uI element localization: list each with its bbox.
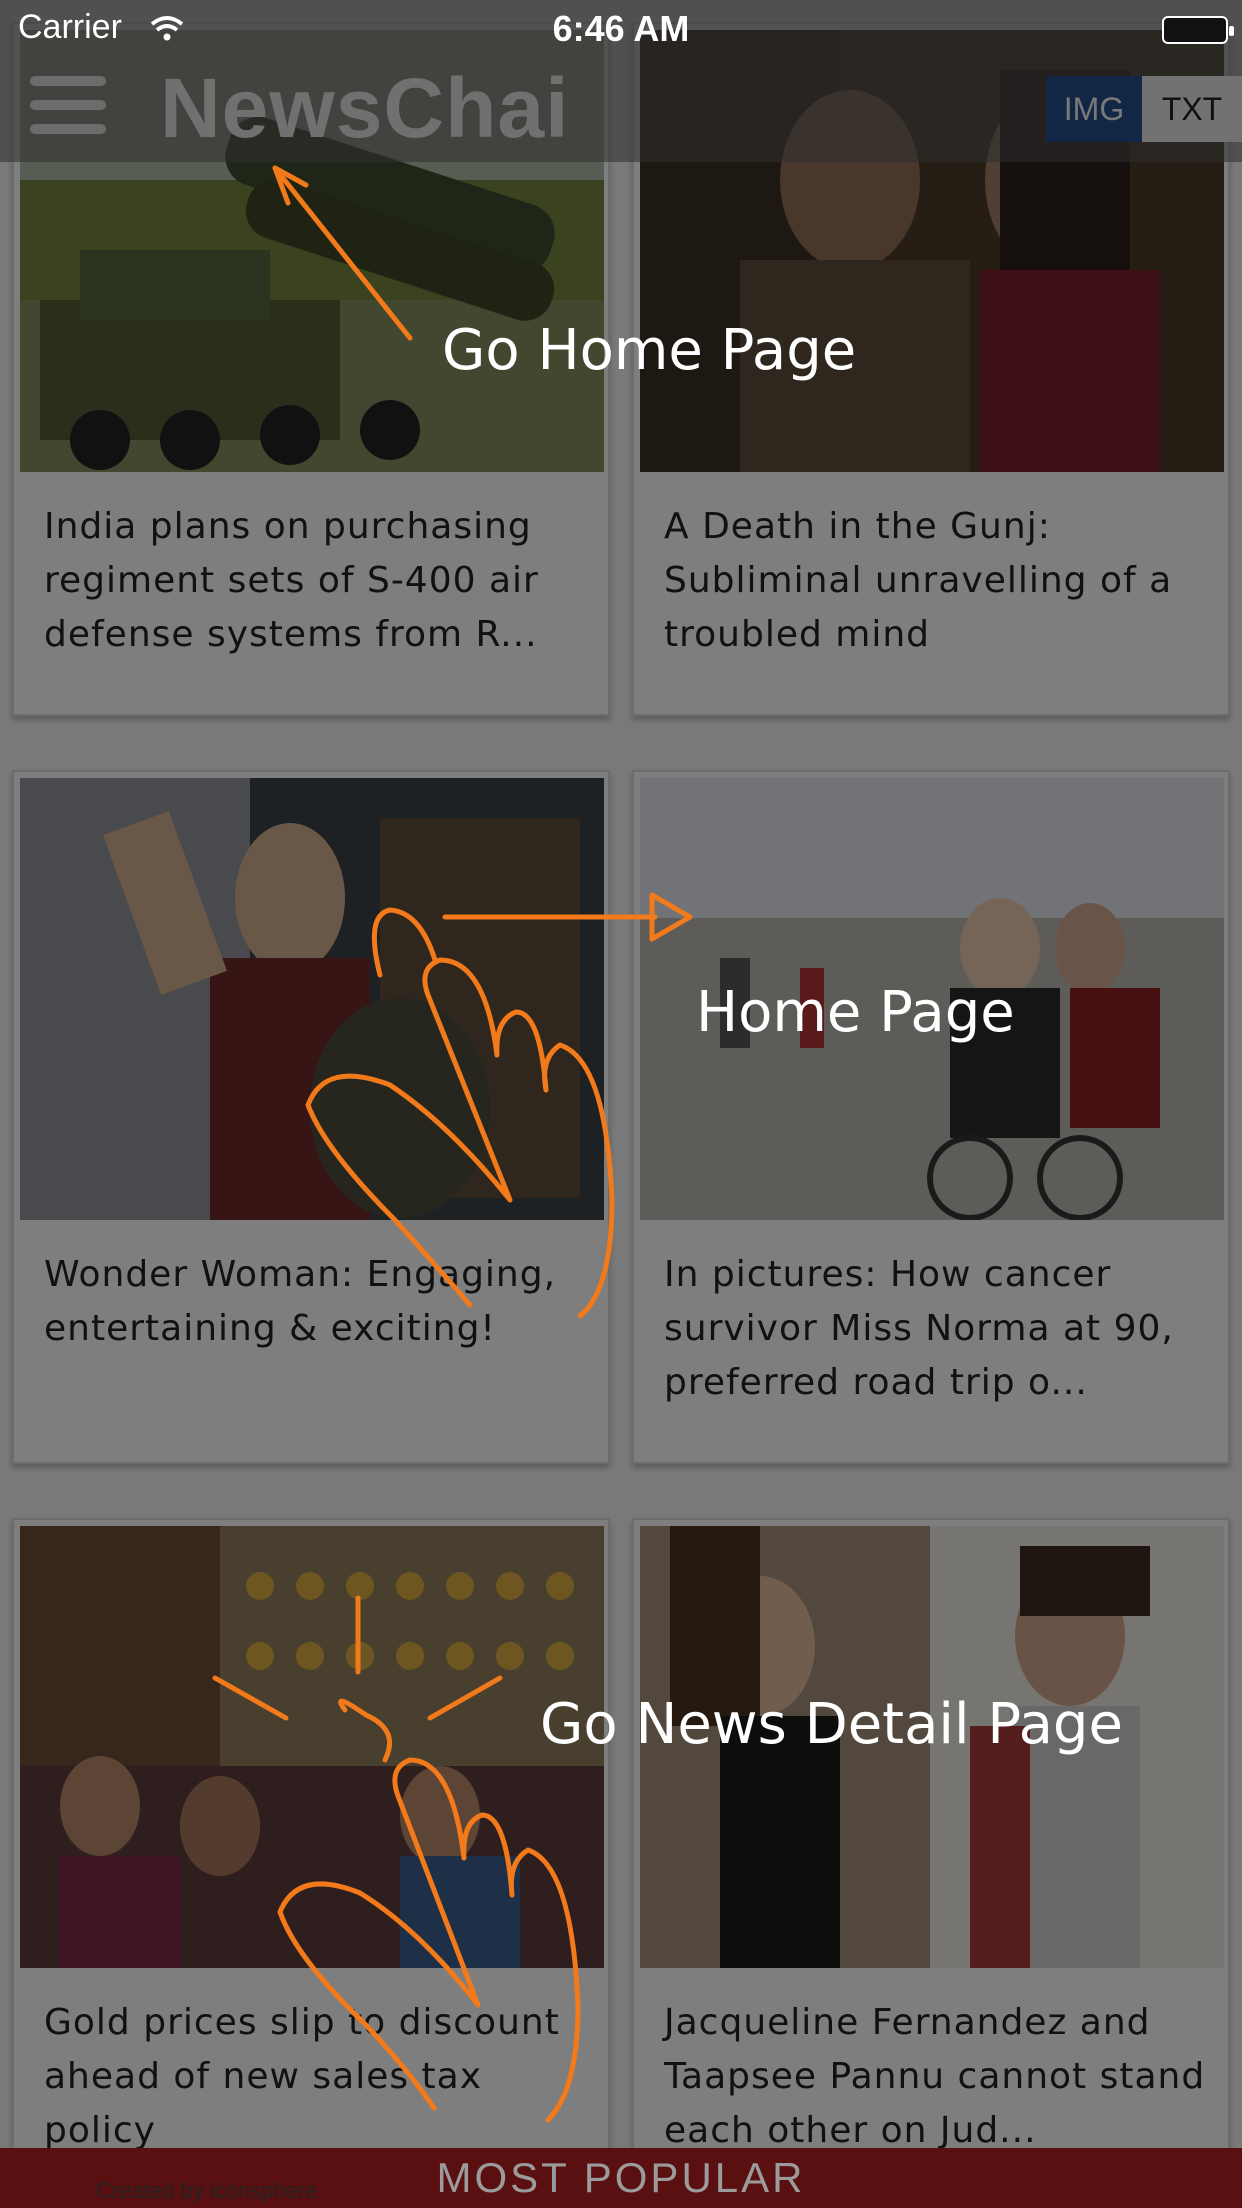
tap-rays-icon bbox=[212, 1595, 503, 1721]
swipe-hand-icon bbox=[305, 957, 615, 1319]
go-detail-hint: Go News Detail Page bbox=[540, 1692, 1123, 1757]
home-page-hint: Home Page bbox=[696, 980, 1015, 1045]
go-home-hint: Go Home Page bbox=[442, 318, 857, 383]
home-arrow-icon bbox=[272, 165, 413, 341]
tap-hand-icon bbox=[277, 1757, 581, 2123]
